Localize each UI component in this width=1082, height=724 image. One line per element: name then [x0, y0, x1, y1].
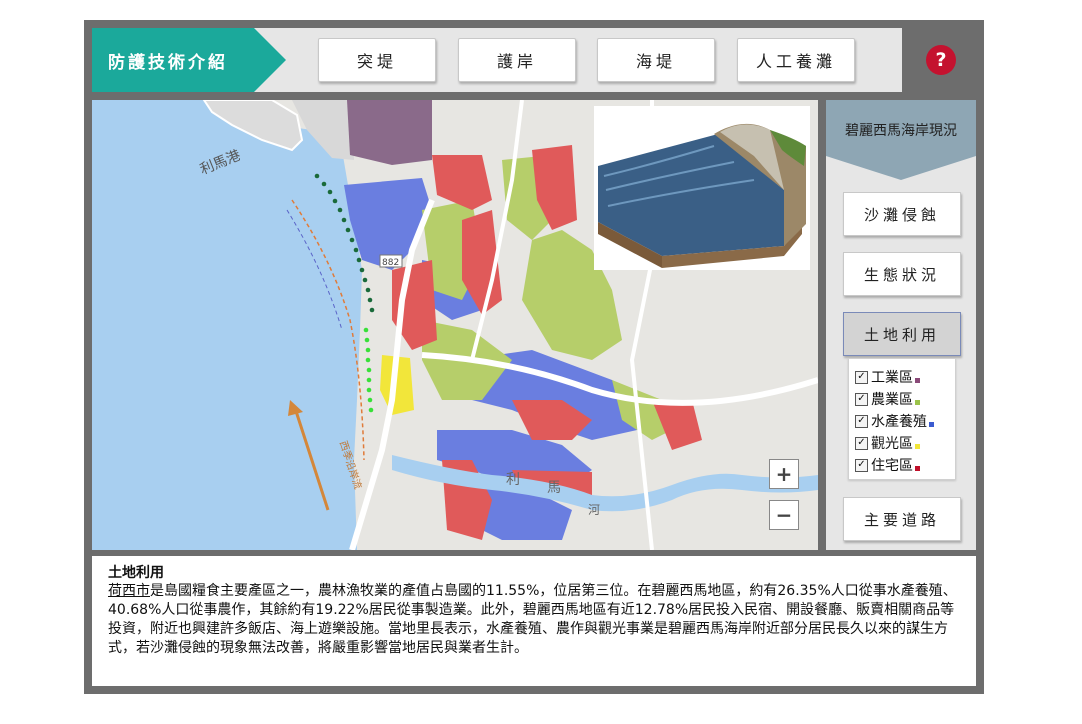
- sidebar-item-ecology[interactable]: 生態狀況: [843, 252, 961, 296]
- legend-item-industrial[interactable]: ✓ 工業區: [855, 367, 920, 387]
- river-label-1: 利: [506, 472, 520, 488]
- checkbox-icon[interactable]: ✓: [855, 392, 868, 406]
- land-use-legend: ✓ 工業區 ✓ 農業區 ✓ 水產養殖 ✓ 觀光區 ✓ 住宅區: [848, 358, 956, 480]
- info-text: 是島國糧食主要產區之一，農林漁牧業的產值占島國的11.55%，位居第三位。在碧麗…: [108, 583, 957, 656]
- legend-item-tourism[interactable]: ✓ 觀光區: [855, 433, 920, 453]
- legend-item-agriculture[interactable]: ✓ 農業區: [855, 389, 920, 409]
- sidebar-item-main-roads[interactable]: 主要道路: [843, 497, 961, 541]
- info-body: 荷西市是島國糧食主要產區之一，農林漁牧業的產值占島國的11.55%，位居第三位。…: [108, 582, 968, 658]
- legend-item-aquaculture[interactable]: ✓ 水產養殖: [855, 411, 934, 431]
- swatch-aquaculture: [929, 421, 934, 427]
- river-label-2: 馬: [547, 480, 561, 496]
- checkbox-icon[interactable]: ✓: [855, 458, 868, 472]
- legend-label: 住宅區: [871, 458, 913, 474]
- swatch-tourism: [915, 443, 920, 449]
- brand-title: 防護技術介紹: [108, 53, 228, 73]
- info-title: 土地利用: [108, 565, 164, 581]
- legend-label: 工業區: [871, 370, 913, 386]
- checkbox-icon[interactable]: ✓: [855, 370, 868, 384]
- checkbox-icon[interactable]: ✓: [855, 436, 868, 450]
- tab-revetment[interactable]: 護岸: [458, 38, 576, 82]
- help-icon[interactable]: ?: [926, 45, 956, 75]
- zoom-in-button[interactable]: +: [769, 459, 799, 489]
- info-link[interactable]: 荷西市: [108, 583, 150, 599]
- zoom-out-button[interactable]: −: [769, 500, 799, 530]
- legend-label: 水產養殖: [871, 414, 927, 430]
- road-number-label: 882: [382, 258, 399, 268]
- swatch-residential: [915, 465, 920, 471]
- tab-seawall[interactable]: 海堤: [597, 38, 715, 82]
- sidebar-item-land-use[interactable]: 土地利用: [843, 312, 961, 356]
- tab-groin[interactable]: 突堤: [318, 38, 436, 82]
- swatch-industrial: [915, 377, 920, 383]
- swatch-agriculture: [915, 399, 920, 405]
- sidebar-header-banner: [826, 100, 976, 180]
- info-panel: 土地利用 荷西市是島國糧食主要產區之一，農林漁牧業的產值占島國的11.55%，位…: [92, 556, 976, 686]
- legend-label: 觀光區: [871, 436, 913, 452]
- coast-3d-inset: [594, 106, 810, 270]
- checkbox-icon[interactable]: ✓: [855, 414, 868, 428]
- brand-banner: 防護技術介紹: [92, 28, 286, 92]
- sidebar-title: 碧麗西馬海岸現況: [845, 123, 957, 139]
- sidebar-header: 碧麗西馬海岸現況: [826, 100, 976, 180]
- legend-item-residential[interactable]: ✓ 住宅區: [855, 455, 920, 475]
- coast-block-illustration: [598, 123, 806, 268]
- river-label-3: 河: [588, 503, 600, 517]
- tab-beach-nourishment[interactable]: 人工養灘: [737, 38, 855, 82]
- legend-label: 農業區: [871, 392, 913, 408]
- sidebar-item-beach-erosion[interactable]: 沙灘侵蝕: [843, 192, 961, 236]
